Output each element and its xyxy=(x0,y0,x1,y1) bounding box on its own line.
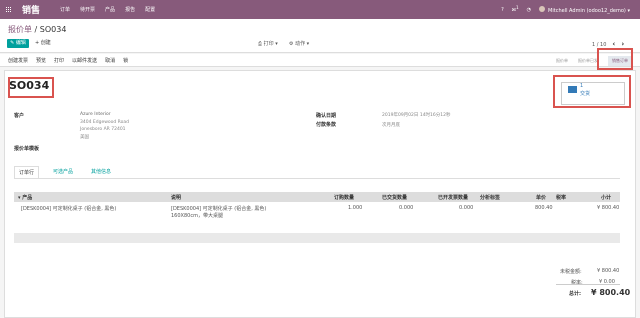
payment-terms-value[interactable]: 次月月底 xyxy=(382,122,400,128)
breadcrumb-current: SO034 xyxy=(39,25,67,34)
col-ordered-qty[interactable]: 订购数量 xyxy=(334,194,354,201)
preview-button[interactable]: 预览 xyxy=(36,57,46,64)
highlight-box-order-name xyxy=(8,77,54,98)
col-product-label: 产品 xyxy=(22,195,33,201)
totals-divider xyxy=(556,284,620,285)
app-title: 销售 xyxy=(22,6,41,16)
action-label: 动作 xyxy=(295,41,306,47)
send-email-button[interactable]: 以邮件发送 xyxy=(72,57,97,64)
chat-icon[interactable]: ✉1 xyxy=(512,5,519,14)
col-analytic-tags[interactable]: 分析标签 xyxy=(480,194,500,201)
control-panel: 报价单 / SO034 ✎ 编辑 + 创建 ⎙ 打印 ▾ ⚙ 动作 ▾ 1 / … xyxy=(0,19,640,53)
row-invoiced: 0.000 xyxy=(459,205,474,211)
untaxed-label: 未税金额: xyxy=(560,269,582,275)
navbar-right: ? ✉1 ◔ Mitchell Admin (odoo12_demo) ▾ xyxy=(493,5,640,14)
total-value: ¥ 800.40 xyxy=(591,288,631,297)
chat-badge: 1 xyxy=(516,5,519,11)
row-delivered: 0.000 xyxy=(399,205,414,211)
quote-template-label: 报价单模板 xyxy=(14,146,40,152)
edit-button[interactable]: ✎ 编辑 xyxy=(7,39,29,48)
col-product[interactable]: ▾ 产品 xyxy=(18,194,32,201)
tab-divider xyxy=(14,178,620,179)
highlight-box-delivery xyxy=(553,75,631,108)
payment-terms-label: 付款条款 xyxy=(316,122,337,128)
breadcrumb: 报价单 / SO034 xyxy=(8,24,66,35)
col-taxes[interactable]: 税率 xyxy=(556,194,566,201)
lock-button[interactable]: 锁 xyxy=(123,57,128,64)
menu-item-products[interactable]: 产品 xyxy=(105,6,115,13)
tab-order-lines[interactable]: 订单行 xyxy=(14,166,40,178)
row-price: 800.40 xyxy=(535,205,553,211)
highlight-box-state xyxy=(597,48,633,70)
user-menu[interactable]: Mitchell Admin (odoo12_demo) ▾ xyxy=(539,5,630,14)
customer-name[interactable]: Azure Interior xyxy=(80,112,111,117)
row-product: [DESK0004] 可定制化桌子 (铝合金, 黑色) xyxy=(21,206,117,212)
customer-city: Jonesboro AR 72401 xyxy=(80,127,126,132)
apps-grid-icon[interactable] xyxy=(6,6,12,13)
col-invoiced-qty[interactable]: 已开发票数量 xyxy=(438,194,468,201)
empty-row xyxy=(14,233,620,243)
menu-item-reporting[interactable]: 报告 xyxy=(125,6,135,13)
pager-prev-icon[interactable]: ‹ xyxy=(612,40,615,48)
untaxed-value: ¥ 800.40 xyxy=(597,268,620,274)
row-description: [DESK0004] 可定制化桌子 (铝合金, 黑色) xyxy=(171,206,267,212)
cancel-button[interactable]: 取消 xyxy=(105,57,115,64)
status-bar: 创建发票 预览 打印 以邮件发送 取消 锁 报价单 报价单已发 销售订单 xyxy=(0,54,640,67)
col-delivered-qty[interactable]: 已交货数量 xyxy=(382,194,407,201)
pager-next-icon[interactable]: › xyxy=(621,40,624,48)
col-description[interactable]: 说明 xyxy=(171,194,181,201)
create-button-label: 创建 xyxy=(40,40,51,46)
tab-other-info[interactable]: 其他信息 xyxy=(87,166,115,178)
create-invoice-button[interactable]: 创建发票 xyxy=(8,57,28,64)
avatar xyxy=(539,5,546,12)
top-navbar: 销售 订单 待开票 产品 报告 配置 ? ✉1 ◔ Mitchell Admin… xyxy=(0,0,640,19)
confirm-date-value: 2019年09月02日 14时16分12秒 xyxy=(382,113,451,118)
menu-item-configuration[interactable]: 配置 xyxy=(145,6,155,13)
customer-street: 3404 Edgewood Road xyxy=(80,120,129,125)
print-dropdown[interactable]: ⎙ 打印 ▾ xyxy=(258,40,278,47)
state-quotation: 报价单 xyxy=(556,57,568,63)
print-icon: ⎙ xyxy=(258,41,263,47)
confirm-date-label: 确认日期 xyxy=(316,113,337,119)
create-button[interactable]: + 创建 xyxy=(35,39,51,48)
state-quotation-sent: 报价单已发 xyxy=(578,57,598,63)
table-header xyxy=(14,192,620,202)
col-subtotal[interactable]: 小计 xyxy=(601,194,611,201)
row-qty: 1.000 xyxy=(348,205,363,211)
edit-button-label: 编辑 xyxy=(15,40,26,46)
row-description-2: 160X80cm，带大桌腿 xyxy=(171,213,223,219)
customer-label: 客户 xyxy=(14,113,25,119)
menu-item-orders[interactable]: 订单 xyxy=(60,6,70,13)
print-button[interactable]: 打印 xyxy=(54,57,64,64)
user-name: Mitchell Admin (odoo12_demo) xyxy=(548,7,626,14)
customer-country: 美国 xyxy=(80,135,89,140)
pager: 1 / 10 ‹ › xyxy=(592,40,624,48)
breadcrumb-parent[interactable]: 报价单 xyxy=(8,25,32,34)
tab-optional-products[interactable]: 可选产品 xyxy=(49,166,77,178)
col-unit-price[interactable]: 单价 xyxy=(536,194,546,201)
action-dropdown[interactable]: ⚙ 动作 ▾ xyxy=(289,40,309,47)
notebook-tabs: 订单行 可选产品 其他信息 xyxy=(14,166,125,178)
breadcrumb-separator: / xyxy=(32,25,40,34)
print-label: 打印 xyxy=(263,41,274,47)
row-subtotal: ¥ 800.40 xyxy=(597,205,620,211)
help-icon[interactable]: ? xyxy=(501,7,504,13)
total-label: 总计: xyxy=(569,291,581,297)
gear-icon: ⚙ xyxy=(289,41,294,47)
main-menu: 订单 待开票 产品 报告 配置 xyxy=(60,6,165,13)
activity-icon[interactable]: ◔ xyxy=(527,7,531,13)
menu-item-to-invoice[interactable]: 待开票 xyxy=(80,6,95,13)
